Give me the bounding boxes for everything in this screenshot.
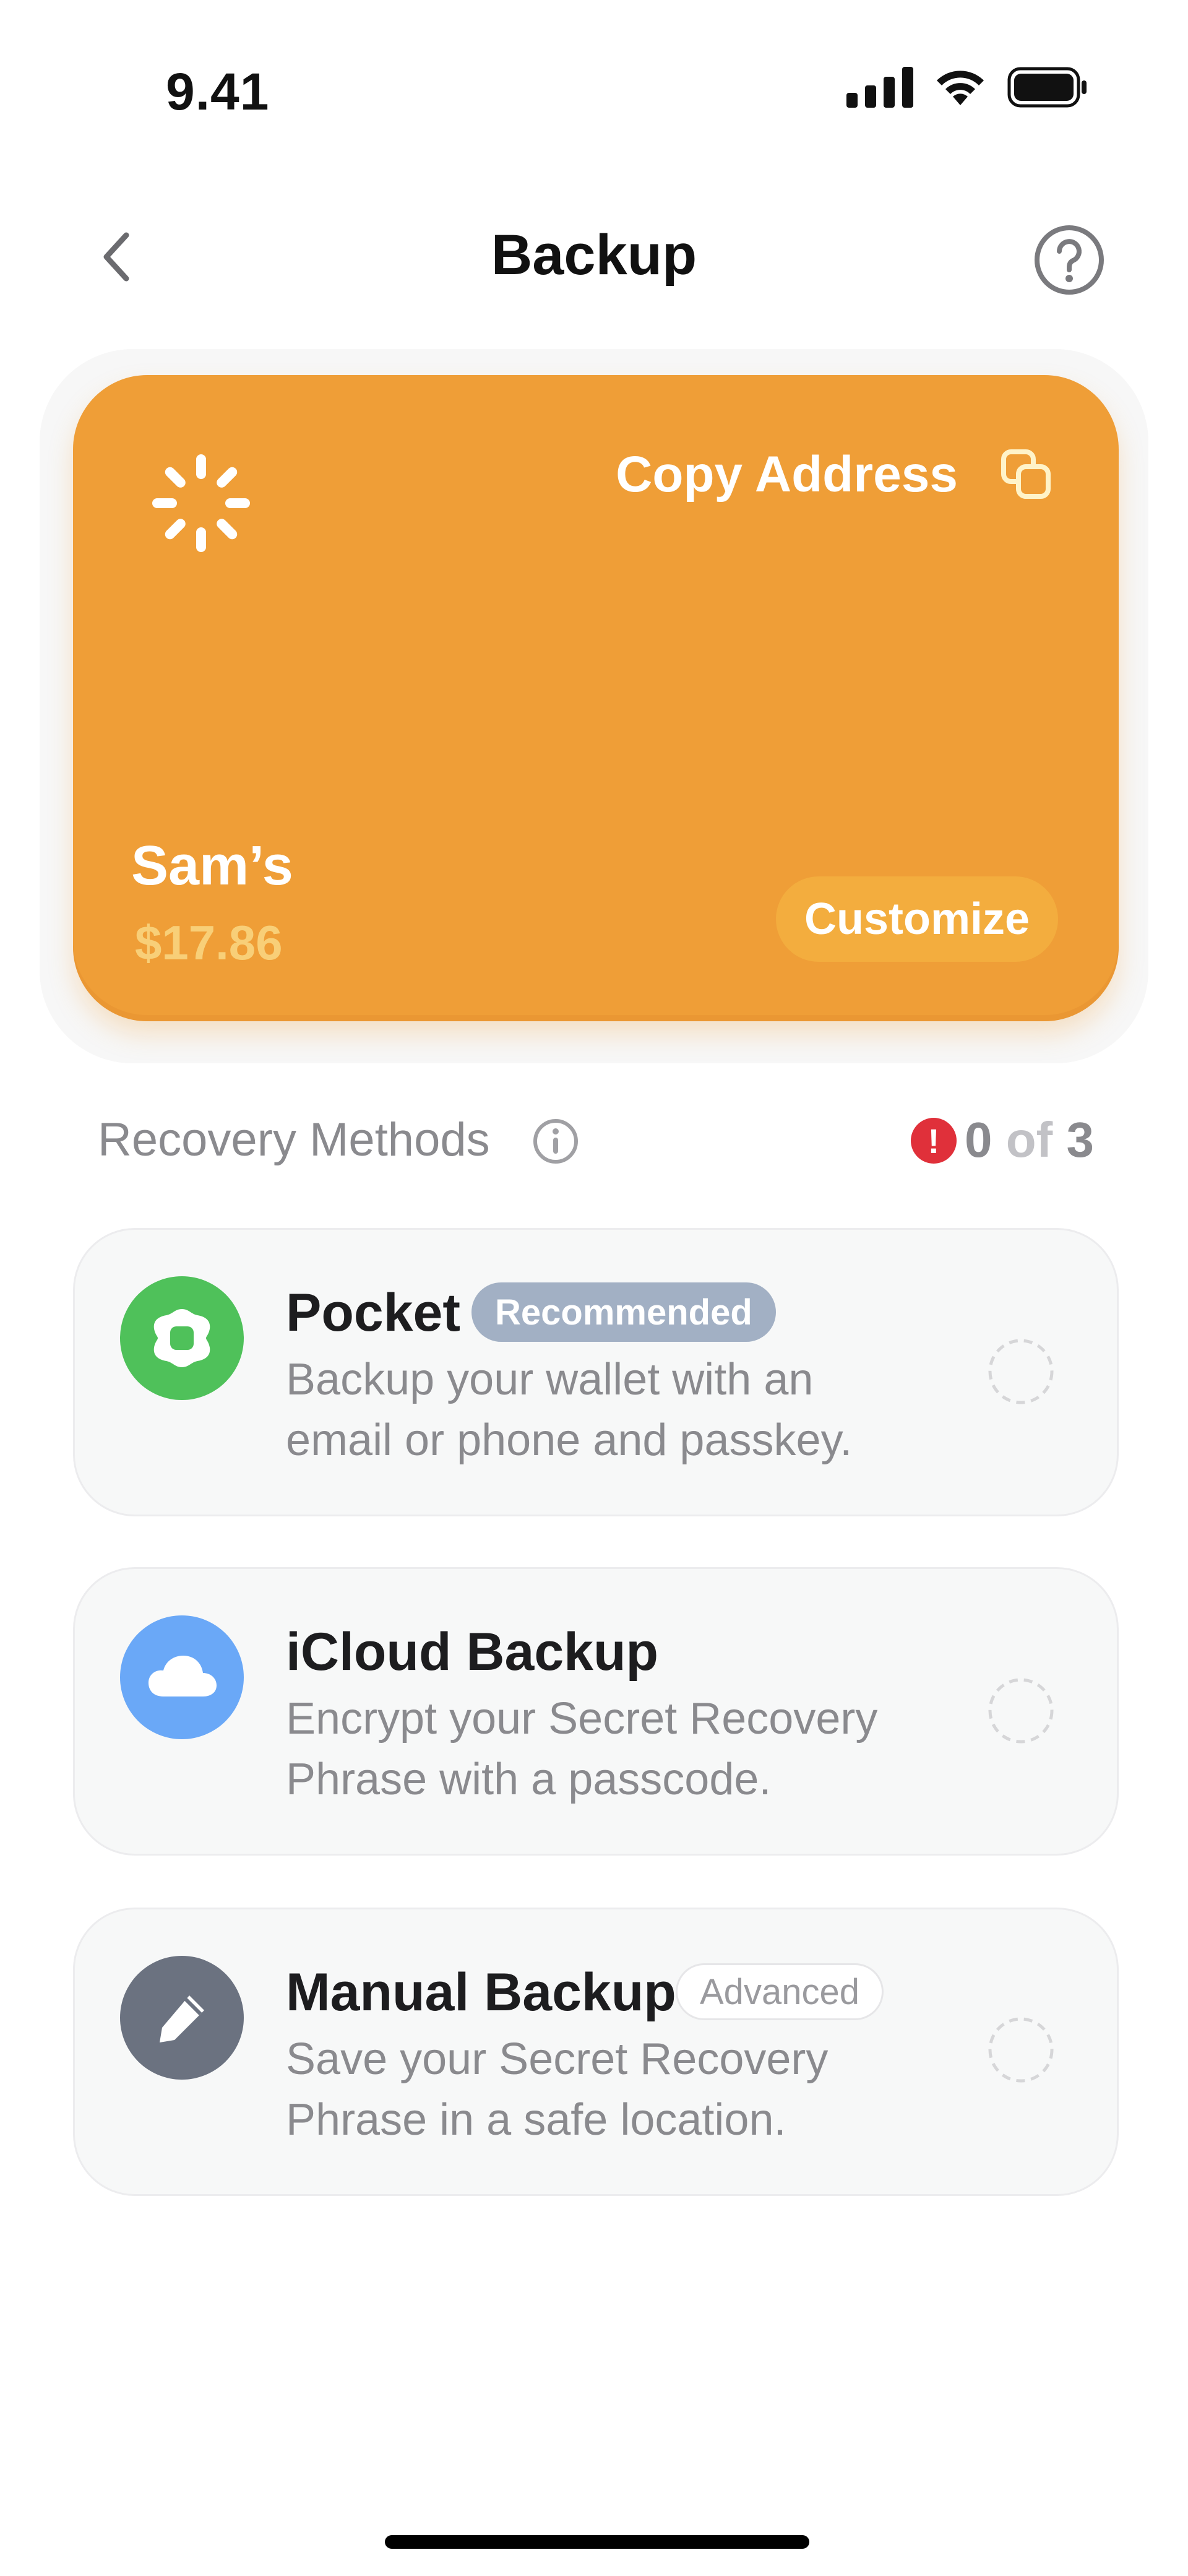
recovery-progress-count: 0 of 3 (965, 1112, 1094, 1169)
status-pending-icon (986, 2015, 1056, 2085)
recommended-badge: Recommended (471, 1282, 776, 1342)
alert-icon: ! (911, 1118, 957, 1164)
method-title: Pocket (286, 1283, 461, 1342)
recovery-count-of: of (1005, 1112, 1053, 1167)
page-title: Backup (491, 223, 697, 287)
recovery-count-total: 3 (1066, 1112, 1095, 1167)
signal-icon (846, 67, 913, 108)
method-description-line1: Save your Secret Recovery (286, 2034, 829, 2084)
help-button[interactable] (1032, 223, 1106, 297)
method-description-line1: Encrypt your Secret Recovery (286, 1694, 878, 1744)
status-icons (846, 67, 1089, 108)
status-time: 9.41 (166, 63, 270, 121)
cloud-icon (120, 1615, 244, 1739)
pencil-icon (120, 1956, 244, 2080)
question-circle-icon (1035, 225, 1104, 295)
recovery-count-done: 0 (965, 1112, 992, 1167)
wallet-balance: $17.86 (135, 915, 283, 970)
status-pending-icon (986, 1337, 1056, 1406)
recovery-methods-label: Recovery Methods (98, 1113, 490, 1166)
wallet-name: Sam’s (131, 835, 293, 897)
method-description-line1: Backup your wallet with an (286, 1355, 814, 1404)
loading-spinner-icon (148, 451, 254, 556)
method-description-line2: email or phone and passkey. (286, 1416, 853, 1465)
copy-icon[interactable] (999, 447, 1053, 501)
home-indicator (385, 2535, 809, 2549)
method-title: iCloud Backup (286, 1622, 659, 1682)
method-description-line2: Phrase with a passcode. (286, 1755, 772, 1804)
info-icon[interactable] (532, 1118, 579, 1165)
method-title: Manual Backup (286, 1963, 676, 2022)
status-pending-icon (986, 1676, 1056, 1745)
copy-address-button[interactable]: Copy Address (616, 446, 958, 504)
battery-icon (1007, 67, 1087, 108)
method-description-line2: Phrase in a safe location. (286, 2095, 786, 2145)
advanced-badge: Advanced (676, 1963, 884, 2020)
pocket-shield-icon (120, 1276, 244, 1400)
wifi-icon (937, 71, 984, 105)
customize-button[interactable]: Customize (776, 876, 1058, 962)
